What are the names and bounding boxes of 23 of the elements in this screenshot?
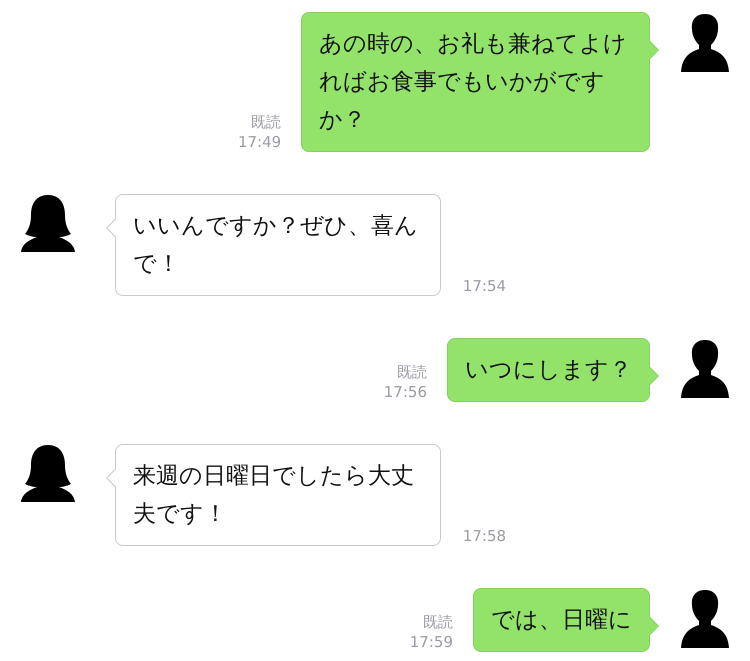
message-bubble: あの時の、お礼も兼ねてよければお食事でもいかがですか？ bbox=[301, 12, 650, 152]
message-bubble: 来週の日曜日でしたら大丈夫です！ bbox=[115, 444, 441, 546]
avatar-silhouette-icon[interactable] bbox=[681, 338, 729, 398]
bubble-tail bbox=[649, 366, 659, 386]
message-time: 17:56 bbox=[384, 382, 427, 402]
read-receipt: 既読 bbox=[396, 362, 427, 382]
read-receipt: 既読 bbox=[250, 112, 282, 132]
bubble-tail bbox=[106, 468, 116, 488]
message-bubble: いつにします？ bbox=[447, 338, 650, 402]
avatar-silhouette-icon[interactable] bbox=[20, 194, 76, 252]
bubble-tail bbox=[106, 218, 116, 238]
message-time: 17:59 bbox=[410, 632, 453, 652]
avatar-silhouette-icon[interactable] bbox=[681, 12, 729, 72]
bubble-tail bbox=[649, 616, 659, 636]
avatar-silhouette-icon[interactable] bbox=[681, 588, 729, 648]
message-bubble: いいんですか？ぜひ、喜んで！ bbox=[115, 194, 441, 296]
avatar-silhouette-icon[interactable] bbox=[20, 444, 76, 502]
message-time: 17:49 bbox=[238, 132, 282, 152]
bubble-tail bbox=[649, 40, 659, 60]
read-receipt: 既読 bbox=[422, 612, 453, 632]
message-time: 17:54 bbox=[462, 276, 506, 296]
message-time: 17:58 bbox=[462, 526, 506, 546]
message-bubble: では、日曜に bbox=[473, 588, 650, 652]
